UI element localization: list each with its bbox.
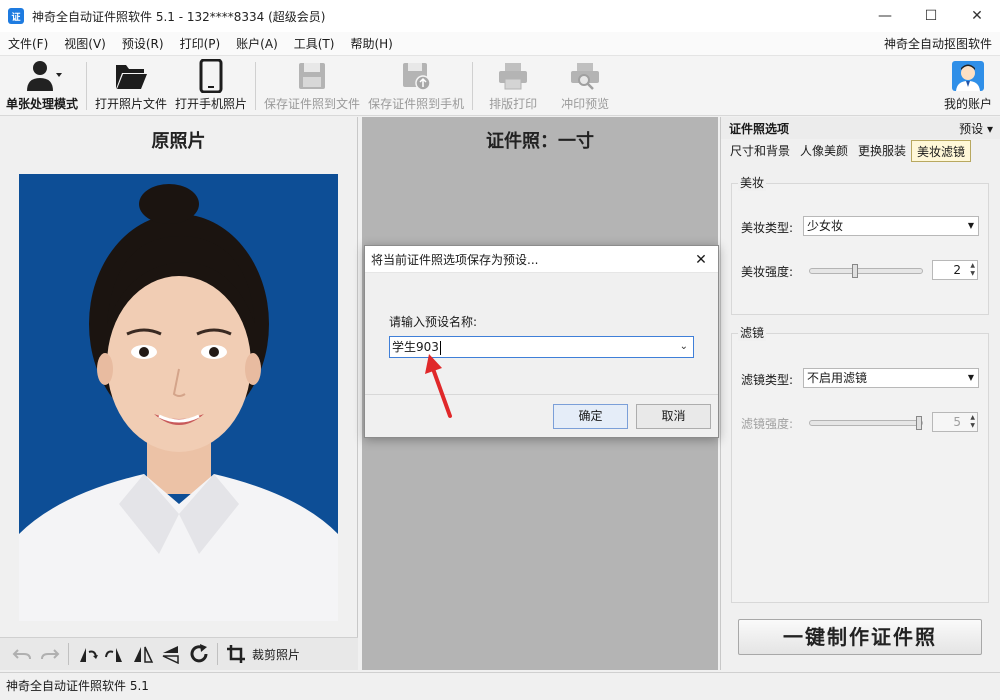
rotate-right-icon[interactable] [101, 640, 129, 668]
menu-print[interactable]: 打印(P) [172, 32, 229, 56]
cancel-button[interactable]: 取消 [636, 404, 711, 429]
preset-dropdown[interactable]: 预设 ▾ [959, 120, 993, 137]
save-upload-icon [401, 59, 431, 93]
filter-strength-slider[interactable] [809, 416, 923, 430]
makeup-strength-thumb[interactable] [852, 264, 859, 278]
menu-file[interactable]: 文件(F) [0, 32, 56, 56]
dialog-title: 将当前证件照选项保存为预设... [371, 252, 539, 267]
save-to-phone-button[interactable]: 保存证件照到手机 [364, 56, 468, 116]
save-to-file-button[interactable]: 保存证件照到文件 [260, 56, 364, 116]
dialog-close-button[interactable]: ✕ [684, 246, 718, 273]
filter-strength-spinbox[interactable]: 5 ▲ ▼ [932, 412, 978, 432]
one-click-make-button[interactable]: 一键制作证件照 [738, 619, 982, 655]
makeup-type-label: 美妆类型: [741, 221, 794, 235]
menu-tools[interactable]: 工具(T) [286, 32, 343, 56]
filter-strength-thumb[interactable] [916, 416, 922, 430]
original-photo-title: 原照片 [151, 131, 206, 152]
menu-preset[interactable]: 预设(R) [114, 32, 172, 56]
makeup-strength-label: 美妆强度: [741, 265, 794, 279]
minimize-button[interactable]: — [862, 0, 908, 32]
filter-type-label: 滤镜类型: [741, 373, 794, 387]
app-logo-icon: 证 [8, 8, 24, 24]
title-bar: 证 神奇全自动证件照软件 5.1 - 132****8334 (超级会员) — … [0, 0, 1000, 32]
id-photo-title: 证件照：一寸 [486, 131, 594, 152]
menu-view[interactable]: 视图(V) [56, 32, 114, 56]
reset-rotate-icon[interactable] [185, 640, 213, 668]
menu-bar: 文件(F) 视图(V) 预设(R) 打印(P) 账户(A) 工具(T) 帮助(H… [0, 32, 1000, 56]
makeup-group: 美妆 美妆类型: 少女妆 ▼ 美妆强度: 2 ▲ ▼ [731, 174, 989, 315]
options-tabs: 尺寸和背景 人像美颜 更换服装 美妆滤镜 [725, 140, 997, 164]
filter-type-select[interactable]: 不启用滤镜 ▼ [803, 368, 979, 388]
spin-arrows-icon[interactable]: ▲ ▼ [970, 413, 975, 430]
phone-icon [198, 59, 224, 93]
original-photo-panel: 原照片 裁剪照片 [0, 117, 358, 670]
photo-tools-bar: 裁剪照片 [0, 637, 358, 670]
my-account-button[interactable]: 我的账户 [940, 56, 1000, 116]
tab-makeup-filter[interactable]: 美妆滤镜 [911, 140, 972, 162]
menu-help[interactable]: 帮助(H) [342, 32, 400, 56]
dropdown-caret-icon: ▼ [967, 221, 974, 230]
options-header-title: 证件照选项 [729, 121, 790, 136]
toolbar: 单张处理模式 打开照片文件 打开手机照片 保存证件照到文件 保存证件照到手机 排… [0, 56, 1000, 116]
print-preview-button[interactable]: 冲印预览 [549, 56, 621, 116]
window-title: 神奇全自动证件照软件 5.1 - 132****8334 (超级会员) [32, 9, 326, 24]
preview-printer-icon [569, 59, 601, 93]
rotate-left-icon[interactable] [73, 640, 101, 668]
printer-icon [497, 59, 529, 93]
save-disk-icon [297, 59, 327, 93]
flip-horizontal-icon[interactable] [129, 640, 157, 668]
folder-icon [114, 59, 148, 93]
makeup-strength-spinbox[interactable]: 2 ▲ ▼ [932, 260, 978, 280]
original-photo[interactable] [19, 174, 338, 621]
crop-icon[interactable] [222, 640, 250, 668]
status-bar: 神奇全自动证件照软件 5.1 [0, 672, 1000, 700]
filter-strength-label: 滤镜强度: [741, 417, 794, 431]
annotation-arrow-icon [425, 354, 452, 418]
cutout-software-link[interactable]: 神奇全自动抠图软件 [884, 32, 992, 56]
redo-icon[interactable] [36, 640, 64, 668]
close-window-button[interactable]: ✕ [954, 0, 1000, 32]
undo-icon[interactable] [8, 640, 36, 668]
single-mode-button[interactable]: 单张处理模式 [0, 56, 82, 116]
spin-arrows-icon[interactable]: ▲ ▼ [970, 261, 975, 278]
filter-group: 滤镜 滤镜类型: 不启用滤镜 ▼ 滤镜强度: 5 ▲ ▼ [731, 324, 989, 603]
open-file-button[interactable]: 打开照片文件 [91, 56, 171, 116]
makeup-type-select[interactable]: 少女妆 ▼ [803, 216, 979, 236]
save-preset-dialog: 将当前证件照选项保存为预设... ✕ 请输入预设名称: 学生903 ⌄ 确定 取… [364, 245, 719, 438]
chevron-down-icon[interactable]: ⌄ [680, 337, 688, 357]
open-phone-button[interactable]: 打开手机照片 [171, 56, 251, 116]
maximize-button[interactable]: ☐ [908, 0, 954, 32]
tab-size-background[interactable]: 尺寸和背景 [725, 140, 795, 162]
dropdown-caret-icon: ▼ [967, 373, 974, 382]
makeup-group-title: 美妆 [738, 174, 767, 191]
makeup-strength-slider[interactable] [809, 264, 923, 278]
account-avatar-icon [951, 59, 985, 93]
flip-vertical-icon[interactable] [157, 640, 185, 668]
crop-photo-button[interactable]: 裁剪照片 [252, 646, 300, 663]
menu-account[interactable]: 账户(A) [228, 32, 286, 56]
tab-portrait-beauty[interactable]: 人像美颜 [795, 140, 853, 162]
filter-group-title: 滤镜 [738, 324, 767, 341]
id-photo-options-panel: 证件照选项 预设 ▾ 尺寸和背景 人像美颜 更换服装 美妆滤镜 美妆 美妆类型:… [720, 117, 1000, 670]
layout-print-button[interactable]: 排版打印 [477, 56, 549, 116]
preset-name-label: 请输入预设名称: [389, 315, 478, 329]
tab-change-clothes[interactable]: 更换服装 [853, 140, 911, 162]
ok-button[interactable]: 确定 [553, 404, 628, 429]
user-dropdown-icon [22, 59, 62, 93]
